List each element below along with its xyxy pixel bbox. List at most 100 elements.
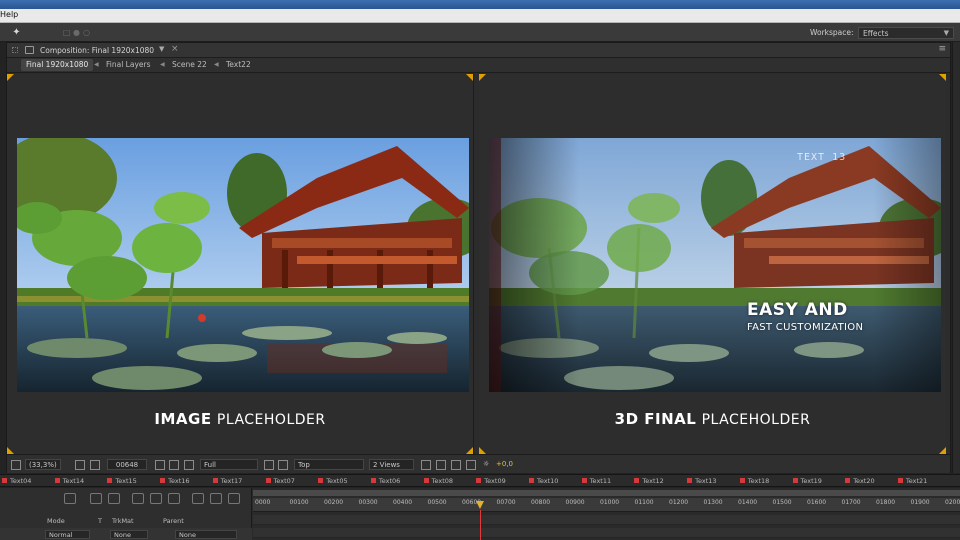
tab-label: Text04 <box>10 477 32 485</box>
panel-tab-bar: Composition: Final 1920x1080 ▼ × ≡ <box>7 43 950 58</box>
resolution-select[interactable]: Full <box>200 459 258 470</box>
playhead-line[interactable] <box>480 510 481 540</box>
ruler-tick-label: 01900 <box>910 499 930 506</box>
label-color-swatch <box>634 478 640 483</box>
zoom-select[interactable]: (33,3%) <box>25 459 61 470</box>
label-color-swatch <box>687 478 693 483</box>
mask-visibility-icon[interactable] <box>90 460 100 470</box>
view-layout-select[interactable]: 2 Views <box>369 459 414 470</box>
chevron-down-icon[interactable]: ▼ <box>159 45 164 53</box>
tab-label: Text08 <box>431 477 454 485</box>
layer-track[interactable] <box>253 528 960 538</box>
tab-text11[interactable]: Text11 <box>581 477 611 486</box>
tab-label: Text21 <box>905 477 928 485</box>
label-color-swatch <box>318 478 324 483</box>
tab-text13[interactable]: Text13 <box>687 477 717 486</box>
color-icon[interactable] <box>184 460 194 470</box>
layer-row[interactable]: Normal None None <box>0 528 252 540</box>
tab-label: Text05 <box>326 477 348 485</box>
timeline-icon[interactable] <box>451 460 461 470</box>
region-corner-marker <box>479 447 486 454</box>
column-parent: Parent <box>163 517 184 525</box>
tab-text19[interactable]: Text19 <box>792 477 822 486</box>
region-of-interest-icon[interactable] <box>264 460 274 470</box>
always-preview-icon[interactable] <box>11 460 21 470</box>
tab-text08[interactable]: Text08 <box>423 477 454 486</box>
channel-icon[interactable] <box>169 460 179 470</box>
viewer-left[interactable]: IMAGE PLACEHOLDER <box>7 74 474 454</box>
flowchart-icon[interactable] <box>466 460 476 470</box>
layer-track[interactable] <box>253 515 960 525</box>
tab-text18[interactable]: Text18 <box>739 477 769 486</box>
region-corner-marker <box>466 447 473 454</box>
tab-text14[interactable]: Text14 <box>54 477 84 486</box>
tab-text15[interactable]: Text15 <box>107 477 137 486</box>
toggle-pixel-icon[interactable] <box>421 460 431 470</box>
exposure-value[interactable]: +0,0 <box>496 459 513 470</box>
camera-icon[interactable] <box>155 460 165 470</box>
grid-icon[interactable] <box>75 460 85 470</box>
transparency-grid-icon[interactable] <box>278 460 288 470</box>
chevron-left-icon: ◀ <box>214 61 219 68</box>
track-matte-select[interactable]: None <box>110 530 148 539</box>
tab-text20[interactable]: Text20 <box>845 477 875 486</box>
exposure-icon[interactable]: ☼ <box>483 459 489 470</box>
current-time-field[interactable]: 00648 <box>107 459 147 470</box>
ruler-tick-label: 01600 <box>807 499 827 506</box>
time-ruler[interactable]: 0000 00100 00200 00300 00400 00500 00600 00700 0… <box>253 498 960 512</box>
search-icon[interactable] <box>64 493 76 504</box>
label-color-swatch <box>529 478 534 483</box>
caption-light: PLACEHOLDER <box>216 412 326 428</box>
tab-label: Text15 <box>115 477 137 485</box>
frame-blending-icon[interactable] <box>150 493 162 504</box>
roto-tool-icon[interactable]: ○ <box>80 26 93 39</box>
work-area-bar[interactable] <box>253 490 960 496</box>
motion-blur-icon[interactable] <box>168 493 180 504</box>
blend-mode-select[interactable]: Normal <box>45 530 90 539</box>
fast-preview-icon[interactable] <box>436 460 446 470</box>
lock-icon[interactable] <box>25 46 34 54</box>
tab-composition[interactable]: Composition: Final 1920x1080 <box>40 46 154 55</box>
label-color-swatch <box>370 478 376 483</box>
image-placeholder-frame <box>17 138 469 392</box>
graph-editor-icon[interactable] <box>228 493 240 504</box>
tab-text12[interactable]: Text12 <box>634 477 664 486</box>
tab-text21[interactable]: Text21 <box>897 477 928 486</box>
breadcrumb-item[interactable]: Text22 <box>221 59 256 71</box>
drag-grip-icon[interactable] <box>12 47 18 53</box>
breadcrumb-item[interactable]: Final Layers <box>101 59 156 71</box>
tab-text05[interactable]: Text05 <box>318 477 348 486</box>
region-corner-marker <box>479 74 486 81</box>
column-trkmat: TrkMat <box>112 517 134 525</box>
overlay-subtitle: FAST CUSTOMIZATION <box>747 322 864 333</box>
comp-mini-flowchart-icon[interactable] <box>90 493 102 504</box>
workspace-label: Workspace: <box>810 28 854 37</box>
right-caption: 3D FINAL PLACEHOLDER <box>479 410 946 428</box>
tab-text09[interactable]: Text09 <box>476 477 506 486</box>
brainstorm-icon[interactable] <box>192 493 204 504</box>
ruler-tick-label: 01500 <box>772 499 792 506</box>
menu-help[interactable]: Help <box>0 10 18 19</box>
tab-text07[interactable]: Text07 <box>265 477 295 486</box>
parent-select[interactable]: None <box>175 530 237 539</box>
panel-menu-icon[interactable]: ≡ <box>938 44 946 54</box>
ruler-tick-label: 00500 <box>427 499 447 506</box>
timeline-panel: Mode T TrkMat Parent Normal None None 00… <box>0 488 960 540</box>
draft-3d-icon[interactable] <box>108 493 120 504</box>
close-icon[interactable]: × <box>171 44 179 54</box>
pin-icon[interactable]: ✦ <box>10 26 23 39</box>
tab-text10[interactable]: Text10 <box>529 477 558 486</box>
workspace-select[interactable]: Effects ▼ <box>858 27 954 39</box>
breadcrumb-item[interactable]: Scene 22 <box>167 59 212 71</box>
hide-shy-layers-icon[interactable] <box>132 493 144 504</box>
3d-view-select[interactable]: Top <box>294 459 364 470</box>
tab-label: Text16 <box>168 477 190 485</box>
tab-text16[interactable]: Text16 <box>160 477 190 486</box>
tab-text17[interactable]: Text17 <box>212 477 242 486</box>
tab-text06[interactable]: Text06 <box>370 477 400 486</box>
breadcrumb-item[interactable]: Final 1920x1080 <box>21 59 94 71</box>
tab-text04[interactable]: Text04 <box>2 477 31 486</box>
viewer-right[interactable]: TEXT 13 EASY AND FAST CUSTOMIZATION 3D F… <box>479 74 946 454</box>
auto-keyframe-icon[interactable] <box>210 493 222 504</box>
caption-bold: 3D FINAL <box>614 410 697 428</box>
